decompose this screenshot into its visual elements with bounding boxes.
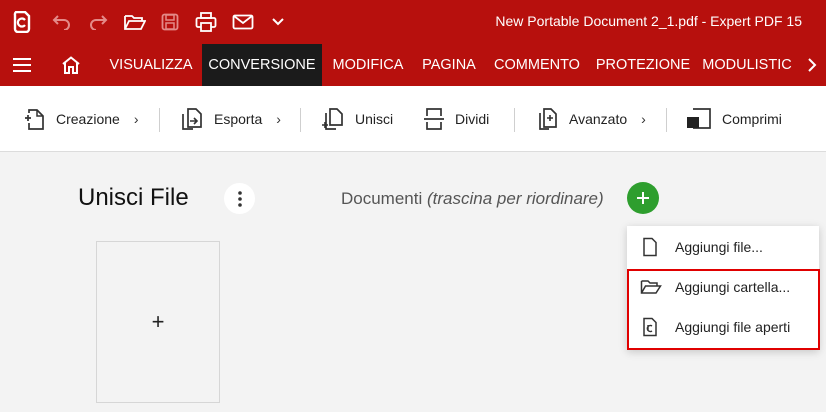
window-title: New Portable Document 2_1.pdf - Expert P… <box>495 13 802 29</box>
menu-item-label: Aggiungi file... <box>675 239 763 255</box>
menu-item-aggiungi-file[interactable]: Aggiungi file... <box>627 228 819 266</box>
merge-icon <box>322 108 343 130</box>
divider <box>159 108 160 132</box>
creazione-chevron-icon: › <box>133 111 139 127</box>
tab-conversione[interactable]: CONVERSIONE <box>202 44 322 86</box>
esporta-button[interactable]: Esporta › <box>180 86 281 152</box>
file-icon <box>643 237 657 257</box>
comprimi-button[interactable]: Comprimi <box>686 86 782 152</box>
comprimi-label: Comprimi <box>722 111 782 127</box>
avanzato-button[interactable]: Avanzato › <box>535 86 646 152</box>
avanzato-chevron-icon: › <box>641 111 646 127</box>
esporta-label: Esporta <box>214 111 263 127</box>
open-files-icon <box>643 317 657 337</box>
creazione-button[interactable]: Creazione › <box>24 86 139 152</box>
more-options-button[interactable] <box>224 183 255 214</box>
menu-item-aggiungi-file-aperti[interactable]: Aggiungi file aperti <box>627 308 819 346</box>
kebab-menu-icon <box>237 190 242 207</box>
page-title: Unisci File <box>78 184 189 211</box>
unisci-label: Unisci <box>355 111 394 127</box>
documents-hint: (trascina per riordinare) <box>427 189 604 208</box>
tab-protezione[interactable]: PROTEZIONE <box>590 44 696 86</box>
open-folder-icon[interactable] <box>121 0 149 44</box>
tab-modifica[interactable]: MODIFICA <box>324 44 412 86</box>
documents-label: Documenti <box>341 189 423 208</box>
avanzato-label: Avanzato <box>569 111 628 127</box>
hamburger-menu-icon[interactable] <box>8 44 36 86</box>
mail-icon[interactable] <box>228 0 258 44</box>
tab-pagina[interactable]: PAGINA <box>414 44 484 86</box>
chevron-down-icon[interactable] <box>266 0 290 44</box>
compress-icon <box>687 108 711 129</box>
divider <box>300 108 301 132</box>
plus-icon <box>637 192 649 204</box>
split-icon <box>424 108 444 130</box>
add-file-dropzone[interactable]: + <box>96 241 220 403</box>
unisci-button[interactable]: Unisci <box>321 86 393 152</box>
menu-item-aggiungi-cartella[interactable]: Aggiungi cartella... <box>627 268 819 306</box>
dropzone-plus: + <box>151 309 165 334</box>
save-icon[interactable] <box>156 0 184 44</box>
menu-item-label: Aggiungi cartella... <box>675 279 791 295</box>
menu-item-label: Aggiungi file aperti <box>675 319 791 335</box>
divider <box>666 108 667 132</box>
tab-visualizza[interactable]: VISUALIZZA <box>102 44 200 86</box>
print-icon[interactable] <box>191 0 221 44</box>
divider <box>514 108 515 132</box>
create-file-icon <box>25 109 44 130</box>
menu-bar: VISUALIZZA CONVERSIONE MODIFICA PAGINA C… <box>0 44 826 86</box>
documents-header: Documenti (trascina per riordinare) <box>341 189 604 209</box>
ribbon-toolbar: Creazione › Esporta › Unisci Dividi Avan… <box>0 86 826 152</box>
tab-commento[interactable]: COMMENTO <box>486 44 588 86</box>
esporta-chevron-icon: › <box>276 111 281 127</box>
advanced-icon <box>539 108 557 130</box>
add-document-button[interactable] <box>627 182 659 214</box>
creazione-label: Creazione <box>56 111 120 127</box>
title-bar: New Portable Document 2_1.pdf - Expert P… <box>0 0 826 44</box>
folder-icon <box>640 280 662 294</box>
app-logo-icon[interactable] <box>8 0 36 44</box>
undo-icon[interactable] <box>48 0 76 44</box>
tab-modulistica[interactable]: MODULISTIC <box>698 44 796 86</box>
scroll-right-icon[interactable] <box>800 44 824 86</box>
redo-icon[interactable] <box>84 0 112 44</box>
home-icon[interactable] <box>56 44 86 86</box>
export-icon <box>182 108 202 130</box>
dividi-button[interactable]: Dividi <box>423 86 489 152</box>
add-dropdown-menu: Aggiungi file... Aggiungi cartella... Ag… <box>627 226 819 350</box>
dividi-label: Dividi <box>455 111 490 127</box>
